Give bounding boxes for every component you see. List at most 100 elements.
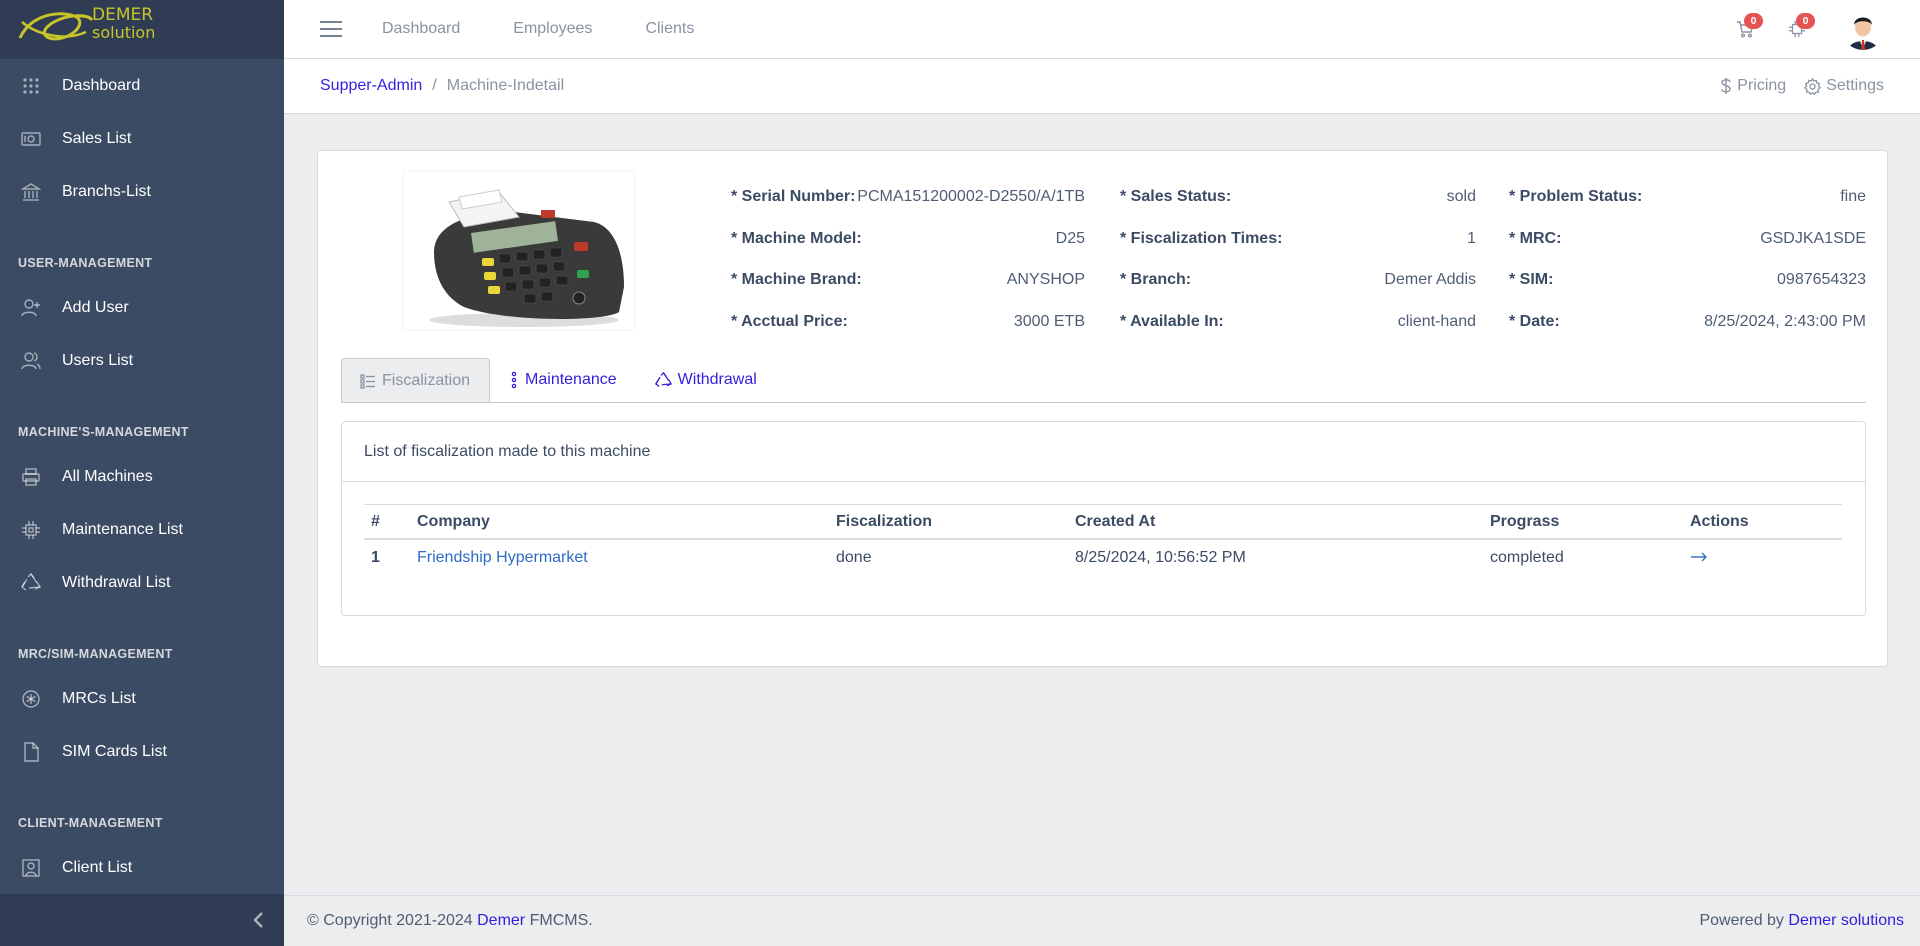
column-header: Company bbox=[417, 512, 490, 530]
created-at-cell: 8/25/2024, 10:56:52 PM bbox=[1075, 549, 1246, 566]
sidebar-section-title: CLIENT-MANAGEMENT bbox=[18, 816, 163, 830]
user-avatar-icon bbox=[1842, 8, 1884, 50]
powered-by-link[interactable]: Demer solutions bbox=[1788, 912, 1904, 929]
info-mrc: * MRC: GSDJKA1SDE bbox=[1509, 229, 1866, 247]
subheader-actions: Pricing Settings bbox=[1702, 77, 1884, 95]
detail-tabs: Fiscalization Maintenance Withdrawal bbox=[341, 358, 1866, 403]
notifications-button[interactable]: 0 bbox=[1782, 9, 1815, 49]
hamburger-menu-icon[interactable] bbox=[320, 21, 342, 37]
subheader: Supper-Admin / Machine-Indetail Pricing … bbox=[284, 59, 1920, 114]
tab-label: Withdrawal bbox=[677, 371, 757, 388]
row-number: 1 bbox=[371, 549, 380, 566]
machine-info-column-1: * Serial Number: PCMA151200002-D2550/A/1T… bbox=[731, 188, 1085, 354]
header-nav-employees[interactable]: Employees bbox=[513, 20, 592, 38]
brand-text: DEMER solution bbox=[92, 5, 156, 42]
sidebar-item-label: Withdrawal List bbox=[62, 573, 171, 591]
table-row: 1 Friendship Hypermarket done 8/25/2024,… bbox=[364, 540, 1842, 576]
grid-dots-icon bbox=[20, 75, 42, 97]
tab-withdrawal[interactable]: Withdrawal bbox=[636, 358, 776, 402]
header-nav-clients[interactable]: Clients bbox=[645, 20, 694, 38]
sidebar-item-label: Users List bbox=[62, 351, 134, 369]
vertical-dots-icon bbox=[511, 371, 517, 389]
breadcrumb-separator: / bbox=[432, 77, 437, 94]
settings-label: Settings bbox=[1826, 77, 1884, 94]
footer: © Copyright 2021-2024 Demer FMCMS. Power… bbox=[284, 895, 1920, 946]
brand-logo[interactable]: DEMER solution bbox=[0, 0, 284, 59]
sidebar-section-title: MRC/SIM-MANAGEMENT bbox=[18, 647, 173, 661]
pos-machine-image bbox=[429, 189, 624, 327]
info-problem-status: * Problem Status: fine bbox=[1509, 188, 1866, 205]
info-actual-price: * Acctual Price: 3000 ETB bbox=[731, 312, 1085, 330]
top-header: Dashboard Employees Clients 0 0 bbox=[284, 0, 1920, 59]
chevron-left-icon bbox=[253, 912, 263, 928]
tab-maintenance[interactable]: Maintenance bbox=[490, 358, 636, 402]
recycle-icon bbox=[654, 371, 672, 387]
sidebar-item-add-user[interactable]: Add User bbox=[0, 281, 284, 334]
sidebar-section-title: MACHINE'S-MANAGEMENT bbox=[18, 425, 189, 439]
view-action-button[interactable] bbox=[1690, 550, 1708, 562]
sidebar-item-branchs-list[interactable]: Branchs-List bbox=[0, 165, 284, 218]
sidebar-item-maintenance-list[interactable]: Maintenance List bbox=[0, 503, 284, 556]
info-machine-brand: * Machine Brand: ANYSHOP bbox=[731, 271, 1085, 288]
fiscalization-table: # Company Fiscalization Created At Progr… bbox=[364, 504, 1842, 576]
cash-icon bbox=[20, 128, 42, 150]
sidebar-item-withdrawal-list[interactable]: Withdrawal List bbox=[0, 556, 284, 609]
users-icon bbox=[20, 350, 42, 372]
arrow-right-icon bbox=[1691, 552, 1707, 562]
sidebar-item-label: Add User bbox=[62, 298, 129, 316]
cart-count-badge: 0 bbox=[1744, 13, 1763, 29]
info-date: * Date: 8/25/2024, 2:43:00 PM bbox=[1509, 312, 1866, 330]
sidebar-minimize-button[interactable] bbox=[0, 894, 284, 946]
sidebar-item-label: Dashboard bbox=[62, 76, 141, 94]
column-header: Actions bbox=[1690, 512, 1749, 530]
tab-fiscalization[interactable]: Fiscalization bbox=[341, 358, 491, 402]
cart-button[interactable]: 0 bbox=[1730, 9, 1763, 49]
tab-label: Maintenance bbox=[525, 371, 617, 388]
sidebar-item-sim-cards-list[interactable]: SIM Cards List bbox=[0, 725, 284, 778]
fiscalization-panel: List of fiscalization made to this machi… bbox=[341, 421, 1866, 616]
list-icon bbox=[360, 373, 375, 389]
column-header: Fiscalization bbox=[836, 512, 933, 530]
header-nav: Dashboard Employees Clients bbox=[382, 20, 747, 38]
sidebar-item-client-list[interactable]: Client List bbox=[0, 841, 284, 894]
sidebar-item-label: SIM Cards List bbox=[62, 742, 167, 760]
sidebar-item-mrcs-list[interactable]: MRCs List bbox=[0, 672, 284, 725]
recycle-icon bbox=[20, 572, 42, 594]
machine-info-column-3: * Problem Status: fine * MRC: GSDJKA1SDE *… bbox=[1509, 188, 1866, 354]
column-header: Created At bbox=[1075, 512, 1156, 530]
settings-link[interactable]: Settings bbox=[1804, 77, 1884, 95]
company-link[interactable]: Friendship Hypermarket bbox=[417, 549, 588, 566]
pricing-link[interactable]: Pricing bbox=[1720, 77, 1786, 95]
sidebar-item-label: All Machines bbox=[62, 467, 153, 485]
file-icon bbox=[20, 741, 42, 763]
notification-count-badge: 0 bbox=[1796, 13, 1815, 29]
tab-label: Fiscalization bbox=[382, 371, 471, 389]
powered-by: Powered by Demer solutions bbox=[1699, 912, 1904, 929]
info-branch: * Branch: Demer Addis bbox=[1120, 271, 1476, 288]
avatar[interactable] bbox=[1842, 8, 1884, 50]
breadcrumb: Supper-Admin / Machine-Indetail bbox=[320, 77, 564, 95]
machine-detail-card: * Serial Number: PCMA151200002-D2550/A/1T… bbox=[317, 150, 1888, 667]
sidebar-item-sales-list[interactable]: Sales List bbox=[0, 112, 284, 165]
sidebar-item-label: MRCs List bbox=[62, 689, 136, 707]
machine-image bbox=[404, 172, 634, 329]
copyright-link[interactable]: Demer bbox=[477, 912, 525, 929]
sidebar-item-all-machines[interactable]: All Machines bbox=[0, 450, 284, 503]
info-fiscalization-times: * Fiscalization Times: 1 bbox=[1120, 229, 1476, 247]
fiscalization-panel-heading: List of fiscalization made to this machi… bbox=[342, 422, 1865, 482]
info-sales-status: * Sales Status: sold bbox=[1120, 188, 1476, 205]
dollar-icon bbox=[1721, 78, 1731, 94]
fiscalization-cell: done bbox=[836, 549, 872, 566]
sidebar-item-dashboard[interactable]: Dashboard bbox=[0, 59, 284, 112]
info-machine-model: * Machine Model: D25 bbox=[731, 229, 1085, 247]
breadcrumb-root-link[interactable]: Supper-Admin bbox=[320, 77, 422, 95]
bank-icon bbox=[20, 181, 42, 203]
sidebar: DEMER solution Dashboard Sales List Bran… bbox=[0, 0, 284, 946]
header-right: 0 0 bbox=[1730, 8, 1884, 50]
info-serial-number: * Serial Number: PCMA151200002-D2550/A/1T… bbox=[731, 188, 1085, 205]
info-available-in: * Available In: client-hand bbox=[1120, 312, 1476, 330]
contact-icon bbox=[20, 857, 42, 879]
header-nav-dashboard[interactable]: Dashboard bbox=[382, 20, 460, 38]
sidebar-item-users-list[interactable]: Users List bbox=[0, 334, 284, 387]
sidebar-item-label: Branchs-List bbox=[62, 182, 151, 200]
